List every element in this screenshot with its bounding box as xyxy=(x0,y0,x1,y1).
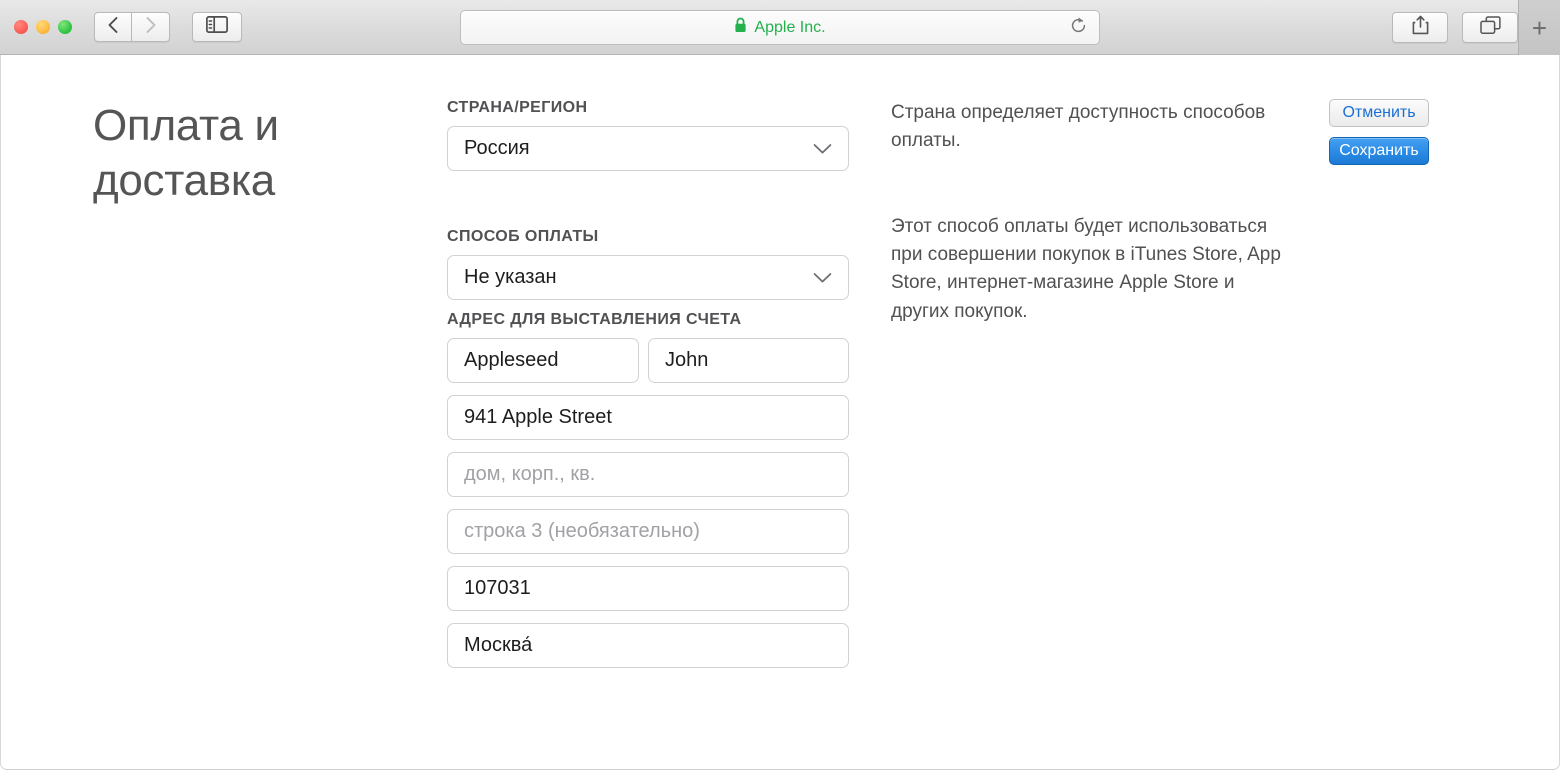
browser-window: Apple Inc. + Оплата и доставка СТРАНА/РЕ… xyxy=(0,0,1560,770)
secure-site-indicator: Apple Inc. xyxy=(734,17,826,38)
city-input[interactable]: Москва́ xyxy=(447,623,849,668)
share-button[interactable] xyxy=(1392,12,1448,43)
tab-overview-button[interactable] xyxy=(1462,12,1518,43)
share-icon xyxy=(1412,15,1429,40)
save-button[interactable]: Сохранить xyxy=(1329,137,1429,165)
payment-method-select[interactable]: Не указан xyxy=(447,255,849,300)
close-window-button[interactable] xyxy=(14,20,28,34)
form-actions: Отменить Сохранить xyxy=(1329,99,1429,165)
cancel-button[interactable]: Отменить xyxy=(1329,99,1429,127)
payment-method-value: Не указан xyxy=(464,266,557,288)
back-button[interactable] xyxy=(94,12,132,42)
postal-code-input[interactable]: 107031 xyxy=(447,566,849,611)
first-name-input[interactable]: John xyxy=(648,338,849,383)
form-spacer xyxy=(447,497,849,509)
address-line3-input[interactable]: строка 3 (необязательно) xyxy=(447,509,849,554)
page-title: Оплата и доставка xyxy=(93,101,279,205)
address-field[interactable]: Apple Inc. xyxy=(460,10,1100,45)
lock-icon xyxy=(734,17,747,38)
country-select[interactable]: Россия xyxy=(447,126,849,171)
new-tab-button[interactable]: + xyxy=(1518,0,1560,55)
chevron-down-icon xyxy=(813,143,832,155)
chevron-right-icon xyxy=(145,16,157,39)
country-help-text: Страна определяет доступность способов о… xyxy=(891,102,1266,152)
show-sidebar-button[interactable] xyxy=(192,12,242,42)
form-spacer xyxy=(447,440,849,452)
name-row: Appleseed John xyxy=(447,338,849,383)
country-value: Россия xyxy=(464,137,530,159)
forward-button[interactable] xyxy=(132,12,170,42)
billing-form: СТРАНА/РЕГИОН Россия СПОСОБ ОПЛАТЫ Не ук… xyxy=(447,99,849,668)
payment-help-text: Этот способ оплаты будет использоваться … xyxy=(891,216,1281,322)
form-spacer xyxy=(447,383,849,395)
site-name: Apple Inc. xyxy=(754,18,826,36)
reload-icon xyxy=(1069,16,1088,40)
billing-address-label: АДРЕС ДЛЯ ВЫСТАВЛЕНИЯ СЧЕТА xyxy=(447,311,742,328)
zoom-window-button[interactable] xyxy=(58,20,72,34)
reload-button[interactable] xyxy=(1067,16,1089,40)
plus-icon: + xyxy=(1531,12,1548,43)
apartment-input[interactable]: дом, корп., кв. xyxy=(447,452,849,497)
page-content: Оплата и доставка СТРАНА/РЕГИОН Россия С… xyxy=(0,55,1560,770)
form-spacer xyxy=(447,300,849,311)
help-spacer xyxy=(891,155,1291,213)
minimize-window-button[interactable] xyxy=(36,20,50,34)
chevron-down-icon xyxy=(813,272,832,284)
address-bar[interactable]: Apple Inc. xyxy=(460,10,1100,45)
sidebar-icon xyxy=(206,16,228,38)
form-spacer xyxy=(447,554,849,566)
form-spacer xyxy=(447,611,849,623)
chevron-left-icon xyxy=(107,16,119,39)
street-address-input[interactable]: 941 Apple Street xyxy=(447,395,849,440)
country-label: СТРАНА/РЕГИОН xyxy=(447,99,588,116)
toolbar-right-buttons xyxy=(1392,12,1518,43)
form-spacer xyxy=(447,171,849,228)
last-name-input[interactable]: Appleseed xyxy=(447,338,639,383)
browser-toolbar: Apple Inc. + xyxy=(0,0,1560,55)
help-column: Страна определяет доступность способов о… xyxy=(891,99,1291,326)
payment-method-label: СПОСОБ ОПЛАТЫ xyxy=(447,228,599,245)
navigation-buttons xyxy=(94,12,170,42)
traffic-lights xyxy=(14,20,72,34)
tabs-icon xyxy=(1479,15,1501,40)
